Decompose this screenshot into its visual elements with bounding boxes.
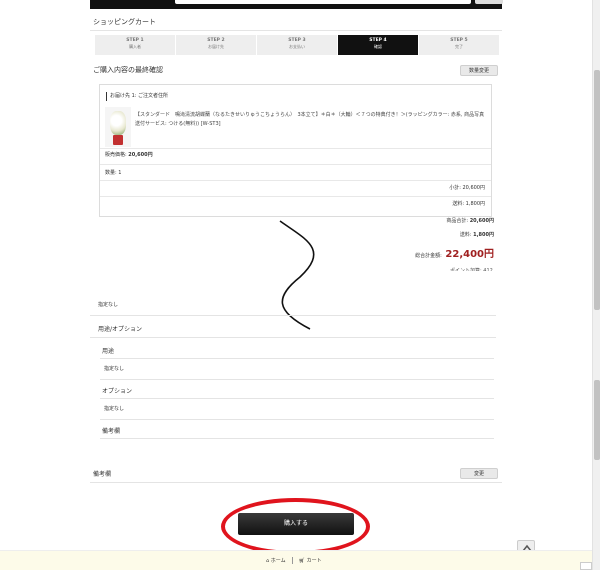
checkout-page: ショッピングカート STEP 1 購入者 STEP 2 お届け先 STEP 3 … [90, 9, 502, 555]
step-label: お支払い [289, 44, 305, 49]
divider [90, 337, 496, 338]
points-partial: ポイント加算: 412ポイント [450, 268, 493, 271]
divider [100, 148, 491, 149]
step-2: STEP 2 お届け先 [176, 35, 257, 55]
checkout-steps: STEP 1 購入者 STEP 2 お届け先 STEP 3 お支払い STEP … [95, 35, 500, 55]
use-value: 指定なし [104, 366, 125, 372]
search-button[interactable] [475, 0, 503, 4]
remarks-inner-label: 備考欄 [102, 428, 121, 435]
footer-bar: ⌂ ホーム 🛒︎ カート [0, 550, 592, 570]
price-line: 販売価格: 20,600円 [105, 151, 153, 158]
items-total: 商品合計: 20,600円 [446, 217, 494, 224]
divider [100, 398, 494, 399]
home-icon: ⌂ [266, 558, 270, 564]
step-5: STEP 5 完了 [419, 35, 500, 55]
page-title: ショッピングカート [93, 18, 156, 26]
footer-separator [291, 557, 293, 564]
none-label: 指定なし [98, 302, 119, 308]
footer-links: ⌂ ホーム 🛒︎ カート [266, 557, 322, 564]
option-value: 指定なし [104, 406, 125, 412]
shipping-fee: 送料: 1,800円 [452, 201, 485, 207]
footer-cart-link[interactable]: 🛒︎ カート [299, 557, 322, 564]
quantity-value: 1 [118, 170, 122, 176]
shipping-total: 送料: 1,800円 [460, 231, 494, 238]
cart-icon: 🛒︎ [298, 558, 305, 564]
scrollbar-thumb-lower[interactable] [594, 380, 600, 460]
divider [100, 379, 494, 380]
remarks-change-button[interactable]: 変更 [460, 468, 498, 479]
items-total-label: 商品合計: [446, 218, 469, 224]
step-1: STEP 1 購入者 [95, 35, 176, 55]
quantity-line: 数量: 1 [105, 169, 121, 176]
ship-to-label: お届け先 1: ご注文者住所 [106, 92, 168, 101]
divider [90, 315, 496, 316]
items-total-value: 20,600円 [469, 218, 494, 224]
divider [100, 180, 491, 181]
product-image [105, 107, 131, 147]
grand-total-value: 22,400円 [445, 249, 494, 260]
divider [90, 482, 502, 483]
product-name: 【スタンダード 鳴滝清流胡蝶蘭（なるたきせいりゅうこちょうらん） 3本立て】＊白… [135, 112, 485, 127]
price-value: 20,600円 [128, 152, 153, 158]
top-header-bar [90, 0, 503, 9]
scrollbar-thumb[interactable] [594, 70, 600, 310]
step-label: お届け先 [208, 44, 224, 49]
use-option-heading: 用途/オプション [98, 326, 143, 333]
step-label: 購入者 [129, 44, 141, 49]
highlight-annotation [221, 498, 370, 555]
divider [100, 358, 494, 359]
step-label: 完了 [455, 44, 463, 49]
widget-icon [580, 562, 592, 570]
divider [90, 30, 502, 31]
divider [100, 438, 494, 439]
grand-total: 総合計金額: 22,400円 [415, 245, 494, 260]
page-scrollbar[interactable] [592, 0, 600, 570]
divider [100, 196, 491, 197]
step-4: STEP 4 確認 [338, 35, 419, 55]
price-label: 販売価格: [105, 152, 127, 158]
divider [100, 164, 491, 165]
step-3: STEP 3 お支払い [257, 35, 338, 55]
divider [100, 419, 494, 420]
option-label: オプション [102, 388, 133, 395]
section-title: ご購入内容の最終確認 [93, 66, 163, 74]
remarks-label: 備考欄 [93, 471, 112, 478]
change-quantity-button[interactable]: 数量変更 [460, 65, 498, 76]
shipping-total-value: 1,800円 [473, 232, 494, 238]
use-label: 用途 [102, 348, 115, 355]
quantity-label: 数量: [105, 170, 117, 176]
footer-home-link[interactable]: ⌂ ホーム [266, 557, 286, 564]
order-item-card: お届け先 1: ご注文者住所 【スタンダード 鳴滝清流胡蝶蘭（なるたきせいりゅう… [99, 84, 492, 217]
flower-pot-icon [113, 135, 123, 145]
subtotal: 小計: 20,600円 [449, 185, 485, 191]
step-label: 確認 [374, 44, 382, 49]
shipping-total-label: 送料: [459, 232, 472, 238]
orchid-icon [110, 111, 126, 135]
grand-total-label: 総合計金額: [415, 253, 442, 259]
search-input[interactable] [175, 0, 471, 4]
